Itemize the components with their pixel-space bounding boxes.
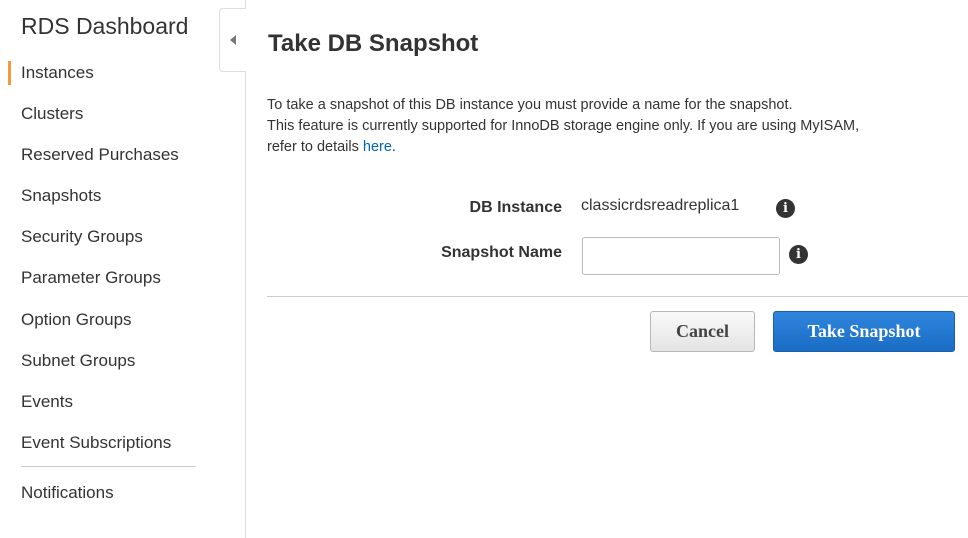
info-icon[interactable]: i xyxy=(789,245,808,264)
chevron-left-icon xyxy=(230,35,236,45)
sidebar-item-parameter-groups[interactable]: Parameter Groups xyxy=(0,257,210,298)
sidebar-item-subnet-groups[interactable]: Subnet Groups xyxy=(0,340,210,381)
sidebar: RDS Dashboard Instances Clusters Reserve… xyxy=(0,0,246,538)
page-title: Take DB Snapshot xyxy=(268,30,479,57)
sidebar-item-notifications[interactable]: Notifications xyxy=(21,483,114,503)
sidebar-item-security-groups[interactable]: Security Groups xyxy=(0,216,210,257)
description-text: To take a snapshot of this DB instance y… xyxy=(267,95,967,158)
sidebar-item-option-groups[interactable]: Option Groups xyxy=(0,299,210,340)
sidebar-divider xyxy=(21,466,196,467)
take-snapshot-button[interactable]: Take Snapshot xyxy=(773,311,955,352)
description-line-3-prefix: refer to details xyxy=(267,139,359,155)
sidebar-item-instances[interactable]: Instances xyxy=(0,52,210,93)
here-link[interactable]: here xyxy=(363,139,392,155)
sidebar-collapse-toggle[interactable] xyxy=(219,8,246,72)
sidebar-nav: Instances Clusters Reserved Purchases Sn… xyxy=(0,52,210,463)
description-line-2: This feature is currently supported for … xyxy=(267,118,860,134)
db-instance-label: DB Instance xyxy=(469,199,562,216)
db-instance-value: classicrdsreadreplica1 xyxy=(581,197,740,214)
sidebar-title[interactable]: RDS Dashboard xyxy=(21,13,188,40)
description-line-3-suffix: . xyxy=(391,139,396,155)
snapshot-name-label: Snapshot Name xyxy=(441,244,562,261)
form-divider xyxy=(267,296,968,297)
rds-take-snapshot-page: RDS Dashboard Instances Clusters Reserve… xyxy=(0,0,968,538)
cancel-button[interactable]: Cancel xyxy=(650,311,755,352)
description-line-3: refer to details here. xyxy=(267,137,967,158)
info-icon[interactable]: i xyxy=(776,199,795,218)
description-line-1: To take a snapshot of this DB instance y… xyxy=(267,97,793,113)
sidebar-item-event-subscriptions[interactable]: Event Subscriptions xyxy=(0,422,210,463)
sidebar-item-snapshots[interactable]: Snapshots xyxy=(0,175,210,216)
sidebar-item-events[interactable]: Events xyxy=(0,381,210,422)
main-content: Take DB Snapshot To take a snapshot of t… xyxy=(247,0,968,538)
sidebar-item-reserved-purchases[interactable]: Reserved Purchases xyxy=(0,134,210,175)
sidebar-item-clusters[interactable]: Clusters xyxy=(0,93,210,134)
snapshot-name-input[interactable] xyxy=(582,237,780,275)
